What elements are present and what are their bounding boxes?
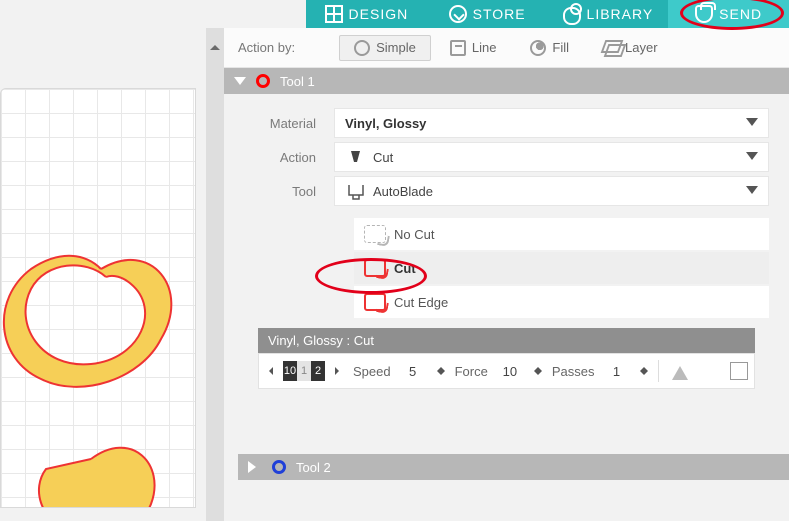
blade-seg: 10 bbox=[283, 361, 297, 381]
tool-label: Tool bbox=[244, 184, 334, 199]
tab-library[interactable]: LIBRARY bbox=[548, 0, 669, 28]
tool2-title: Tool 2 bbox=[296, 460, 331, 475]
tab-label: LIBRARY bbox=[587, 6, 654, 22]
cut-icon bbox=[364, 259, 386, 277]
line-preview-icon[interactable] bbox=[669, 362, 691, 380]
grid-icon bbox=[325, 5, 343, 23]
cut-options: No Cut Cut Cut Edge bbox=[354, 218, 769, 318]
action-row: Action Cut bbox=[244, 140, 769, 174]
tool1-title: Tool 1 bbox=[280, 74, 315, 89]
tool1-header[interactable]: Tool 1 bbox=[224, 68, 789, 94]
speed-value[interactable]: 5 bbox=[399, 364, 427, 379]
material-label: Material bbox=[244, 116, 334, 131]
action-by-bar: Action by: Simple Line Fill Layer bbox=[224, 28, 789, 68]
caret-down-icon bbox=[640, 371, 648, 379]
settings-title: Vinyl, Glossy : Cut bbox=[258, 328, 755, 353]
blade-prev-icon[interactable] bbox=[265, 367, 273, 375]
material-dropdown[interactable]: Vinyl, Glossy bbox=[334, 108, 769, 138]
option-no-cut[interactable]: No Cut bbox=[354, 218, 769, 250]
blade-seg: 1 bbox=[297, 361, 311, 381]
expand-icon bbox=[248, 461, 262, 473]
action-by-line[interactable]: Line bbox=[435, 35, 512, 61]
option-label: Cut Edge bbox=[394, 295, 448, 310]
tool2-header[interactable]: Tool 2 bbox=[238, 454, 789, 480]
tool-color-icon bbox=[256, 74, 270, 88]
tool-value: AutoBlade bbox=[373, 184, 433, 199]
seg-label: Simple bbox=[376, 40, 416, 55]
line-icon bbox=[450, 40, 466, 56]
tab-send[interactable]: SEND bbox=[668, 0, 789, 28]
no-cut-icon bbox=[364, 225, 386, 243]
cut-edge-icon bbox=[364, 293, 386, 311]
speed-label: Speed bbox=[353, 364, 391, 379]
caret-down-icon bbox=[534, 371, 542, 379]
action-by-layer[interactable]: Layer bbox=[588, 35, 673, 61]
passes-param: Passes 1 bbox=[552, 363, 649, 379]
action-dropdown[interactable]: Cut bbox=[334, 142, 769, 172]
seg-label: Line bbox=[472, 40, 497, 55]
action-value: Cut bbox=[373, 150, 393, 165]
passes-label: Passes bbox=[552, 364, 595, 379]
passes-stepper[interactable] bbox=[640, 363, 648, 379]
material-value: Vinyl, Glossy bbox=[345, 116, 426, 131]
circle-outline-icon bbox=[354, 40, 370, 56]
caret-up-icon bbox=[534, 363, 542, 371]
option-label: No Cut bbox=[394, 227, 434, 242]
divider bbox=[658, 360, 659, 382]
passes-value[interactable]: 1 bbox=[602, 364, 630, 379]
tab-label: SEND bbox=[719, 6, 762, 22]
panel-gutter[interactable] bbox=[206, 28, 224, 521]
tab-label: STORE bbox=[473, 6, 526, 22]
seg-label: Layer bbox=[625, 40, 658, 55]
force-param: Force 10 bbox=[455, 363, 542, 379]
action-by-simple[interactable]: Simple bbox=[339, 35, 431, 61]
autoblade-icon bbox=[345, 182, 367, 200]
main-tabs: DESIGN STORE LIBRARY SEND bbox=[306, 0, 789, 28]
blade-pen-icon bbox=[345, 149, 367, 165]
settings-bar: 10 1 2 Speed 5 Force 10 Passes 1 bbox=[258, 353, 755, 389]
store-icon bbox=[449, 5, 467, 23]
force-stepper[interactable] bbox=[534, 363, 542, 379]
force-label: Force bbox=[455, 364, 488, 379]
design-canvas[interactable] bbox=[0, 88, 196, 508]
action-label: Action bbox=[244, 150, 334, 165]
speed-stepper[interactable] bbox=[437, 363, 445, 379]
color-swatch[interactable] bbox=[730, 362, 748, 380]
fill-icon bbox=[530, 40, 546, 56]
blade-depth[interactable]: 10 1 2 bbox=[283, 361, 325, 381]
tool1-section: Material Vinyl, Glossy Action Cut Tool A… bbox=[224, 94, 789, 393]
blade-next-icon[interactable] bbox=[335, 367, 343, 375]
layer-icon bbox=[603, 40, 619, 56]
collapse-icon bbox=[234, 77, 246, 91]
send-panel: Action by: Simple Line Fill Layer Tool 1… bbox=[224, 28, 789, 521]
tab-design[interactable]: DESIGN bbox=[306, 0, 427, 28]
blade-seg: 2 bbox=[311, 361, 325, 381]
action-by-fill[interactable]: Fill bbox=[515, 35, 584, 61]
tab-store[interactable]: STORE bbox=[427, 0, 548, 28]
material-row: Material Vinyl, Glossy bbox=[244, 106, 769, 140]
caret-down-icon bbox=[437, 371, 445, 379]
caret-up-icon bbox=[437, 363, 445, 371]
action-by-label: Action by: bbox=[238, 40, 295, 55]
send-icon bbox=[695, 5, 713, 23]
option-cut[interactable]: Cut bbox=[354, 252, 769, 284]
speed-param: Speed 5 bbox=[353, 363, 445, 379]
option-cut-edge[interactable]: Cut Edge bbox=[354, 286, 769, 318]
seg-label: Fill bbox=[552, 40, 569, 55]
option-label: Cut bbox=[394, 261, 416, 276]
tool2-wrap: Tool 2 bbox=[238, 454, 789, 480]
cloud-icon bbox=[563, 7, 581, 25]
tool-row: Tool AutoBlade bbox=[244, 174, 769, 208]
caret-up-icon bbox=[640, 363, 648, 371]
tab-label: DESIGN bbox=[349, 6, 409, 22]
tool-color-icon bbox=[272, 460, 286, 474]
force-value[interactable]: 10 bbox=[496, 364, 524, 379]
design-shape[interactable] bbox=[0, 229, 191, 492]
tool-dropdown[interactable]: AutoBlade bbox=[334, 176, 769, 206]
